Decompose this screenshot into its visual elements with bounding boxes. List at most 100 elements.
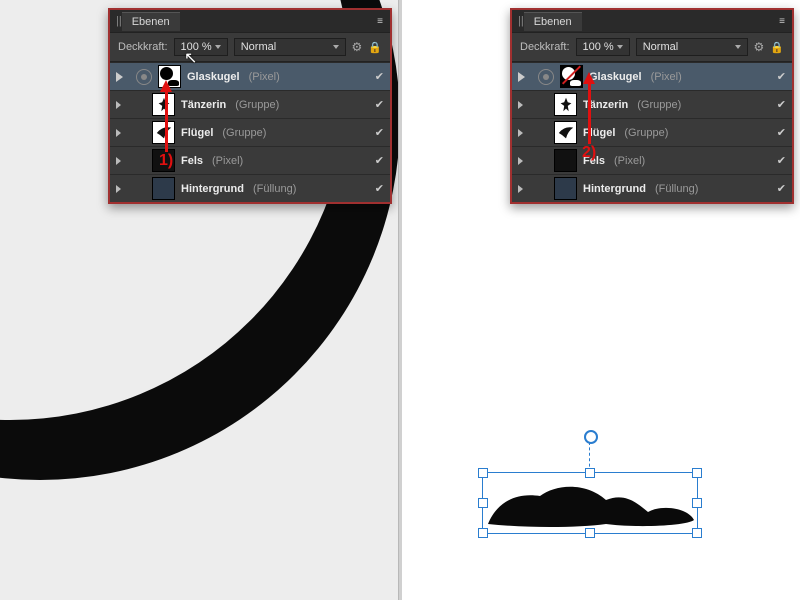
layers-panel: || Ebenen ≡ Deckkraft: 100 % Normal ⚙ 🔒 … xyxy=(108,8,392,204)
expand-toggle-icon[interactable] xyxy=(518,129,528,137)
check-icon[interactable]: ✔ xyxy=(375,182,384,195)
panel-menu-icon[interactable]: ≡ xyxy=(779,16,786,27)
layer-row-glaskugel[interactable]: Glaskugel (Pixel) ✔ xyxy=(512,62,792,90)
layer-type: (Gruppe) xyxy=(235,99,279,111)
expand-toggle-icon[interactable] xyxy=(116,185,126,193)
opacity-dropdown[interactable]: 100 % xyxy=(174,38,228,56)
layer-row-fels[interactable]: Fels (Pixel) ✔ xyxy=(110,146,390,174)
layer-name: Hintergrund xyxy=(583,183,646,195)
check-icon[interactable]: ✔ xyxy=(375,70,384,83)
gear-icon[interactable]: ⚙ xyxy=(352,40,363,54)
check-icon[interactable]: ✔ xyxy=(777,154,786,167)
rotate-handle[interactable] xyxy=(584,430,598,444)
layer-thumb[interactable] xyxy=(554,177,577,200)
panel-menu-icon[interactable]: ≡ xyxy=(377,16,384,27)
lock-icon[interactable]: 🔒 xyxy=(368,41,382,54)
panel-header[interactable]: || Ebenen ≡ xyxy=(110,10,390,32)
blendmode-dropdown[interactable]: Normal xyxy=(636,38,748,56)
resize-handle-l[interactable] xyxy=(478,498,488,508)
blendmode-value: Normal xyxy=(643,41,678,53)
play-icon[interactable] xyxy=(518,72,532,82)
layer-name: Flügel xyxy=(583,127,615,139)
layer-type: (Gruppe) xyxy=(637,99,681,111)
layer-row-hintergrund[interactable]: Hintergrund(Füllung)✔ xyxy=(512,174,792,202)
blendmode-value: Normal xyxy=(241,41,276,53)
layer-name: Fels xyxy=(181,155,203,167)
layer-mask-thumb[interactable] xyxy=(158,65,181,88)
opacity-value: 100 % xyxy=(583,41,614,53)
layer-row-flügel[interactable]: Flügel(Gruppe)✔ xyxy=(110,118,390,146)
expand-toggle-icon[interactable] xyxy=(116,129,126,137)
expand-toggle-icon[interactable] xyxy=(518,157,528,165)
resize-handle-t[interactable] xyxy=(585,468,595,478)
expand-toggle-icon[interactable] xyxy=(518,101,528,109)
chevron-down-icon xyxy=(333,45,339,49)
layer-thumb[interactable] xyxy=(152,177,175,200)
chevron-down-icon xyxy=(735,45,741,49)
layers-panel: || Ebenen ≡ Deckkraft: 100 % Normal ⚙ 🔒 … xyxy=(510,8,794,204)
layer-name: Glaskugel xyxy=(589,71,642,83)
layer-thumb[interactable] xyxy=(554,121,577,144)
layer-name: Hintergrund xyxy=(181,183,244,195)
layer-type: (Pixel) xyxy=(212,155,243,167)
layer-row-glaskugel[interactable]: Glaskugel (Pixel) ✔ xyxy=(110,62,390,90)
chevron-down-icon xyxy=(617,45,623,49)
chevron-down-icon xyxy=(215,45,221,49)
gear-icon[interactable]: ⚙ xyxy=(754,40,765,54)
layer-type: (Gruppe) xyxy=(624,127,668,139)
check-icon[interactable]: ✔ xyxy=(777,126,786,139)
layer-type: (Pixel) xyxy=(614,155,645,167)
layer-type: (Pixel) xyxy=(249,71,280,83)
layer-name: Fels xyxy=(583,155,605,167)
layer-thumb[interactable] xyxy=(554,149,577,172)
expand-toggle-icon[interactable] xyxy=(518,185,528,193)
layer-type: (Gruppe) xyxy=(222,127,266,139)
check-icon[interactable]: ✔ xyxy=(375,98,384,111)
check-icon[interactable]: ✔ xyxy=(777,70,786,83)
opacity-value: 100 % xyxy=(181,41,212,53)
bounding-box xyxy=(482,472,698,534)
layer-row-tänzerin[interactable]: Tänzerin(Gruppe)✔ xyxy=(110,90,390,118)
layer-thumb[interactable] xyxy=(152,121,175,144)
opacity-dropdown[interactable]: 100 % xyxy=(576,38,630,56)
lock-icon[interactable]: 🔒 xyxy=(770,41,784,54)
check-icon[interactable]: ✔ xyxy=(777,98,786,111)
layer-name: Glaskugel xyxy=(187,71,240,83)
layer-name: Tänzerin xyxy=(583,99,628,111)
panel-tab-ebenen[interactable]: Ebenen xyxy=(524,12,582,31)
opacity-label: Deckkraft: xyxy=(520,41,570,53)
layer-type: (Füllung) xyxy=(253,183,296,195)
layer-row-flügel[interactable]: Flügel (Gruppe) ✔ xyxy=(512,118,792,146)
layer-row-tänzerin[interactable]: Tänzerin (Gruppe) ✔ xyxy=(512,90,792,118)
panel-toolbar: Deckkraft: 100 % Normal ⚙ 🔒 xyxy=(512,32,792,62)
expand-toggle-icon[interactable] xyxy=(116,157,126,165)
layer-type: (Pixel) xyxy=(651,71,682,83)
layers-list: Glaskugel(Pixel)✔Tänzerin(Gruppe)✔Flügel… xyxy=(512,62,792,202)
right-canvas: || Ebenen ≡ Deckkraft: 100 % Normal ⚙ 🔒 … xyxy=(402,0,800,600)
layer-thumb[interactable] xyxy=(152,93,175,116)
expand-toggle-icon[interactable] xyxy=(116,101,126,109)
panel-tab-ebenen[interactable]: Ebenen xyxy=(122,12,180,31)
check-icon[interactable]: ✔ xyxy=(375,154,384,167)
check-icon[interactable]: ✔ xyxy=(375,126,384,139)
panel-header[interactable]: || Ebenen ≡ xyxy=(512,10,792,32)
resize-handle-r[interactable] xyxy=(692,498,702,508)
resize-handle-tl[interactable] xyxy=(478,468,488,478)
resize-handle-tr[interactable] xyxy=(692,468,702,478)
layer-mask-thumb[interactable] xyxy=(560,65,583,88)
resize-handle-br[interactable] xyxy=(692,528,702,538)
visibility-icon[interactable] xyxy=(136,69,152,85)
layer-thumb[interactable] xyxy=(152,149,175,172)
resize-handle-bl[interactable] xyxy=(478,528,488,538)
panel-toolbar: Deckkraft: 100 % Normal ⚙ 🔒 xyxy=(110,32,390,62)
layer-row-hintergrund[interactable]: Hintergrund (Füllung) ✔ xyxy=(110,174,390,202)
blendmode-dropdown[interactable]: Normal xyxy=(234,38,346,56)
layer-thumb[interactable] xyxy=(554,93,577,116)
left-canvas: || Ebenen ≡ Deckkraft: 100 % Normal ⚙ 🔒 … xyxy=(0,0,398,600)
check-icon[interactable]: ✔ xyxy=(777,182,786,195)
resize-handle-b[interactable] xyxy=(585,528,595,538)
play-icon[interactable] xyxy=(116,72,130,82)
layer-row-fels[interactable]: Fels (Pixel) ✔ xyxy=(512,146,792,174)
visibility-icon[interactable] xyxy=(538,69,554,85)
layers-list: Glaskugel(Pixel)✔Tänzerin(Gruppe)✔Flügel… xyxy=(110,62,390,202)
